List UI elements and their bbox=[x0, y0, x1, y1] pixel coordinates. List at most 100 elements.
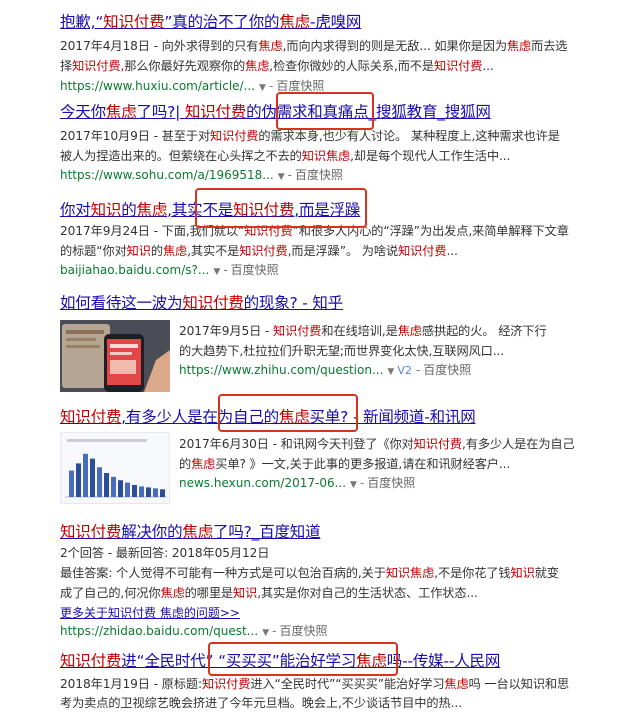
text-segment: ,却是每个现代人工作生活中... bbox=[350, 149, 511, 163]
highlighted-keyword: 知识付费 bbox=[210, 129, 259, 143]
text-segment: 今天你 bbox=[60, 103, 106, 121]
chevron-down-icon[interactable]: ▼ bbox=[387, 367, 394, 377]
highlight-box-annotation bbox=[208, 642, 398, 676]
result-snippet-line: 考为卖点的卫视综艺晚会挤进了今年元旦档。晚会上,不少谈话节目中的热... bbox=[60, 693, 462, 714]
result-snippet-line: 的大趋势下,杜拉拉们升职无望;而世界变化太快,互联网风口... bbox=[179, 341, 504, 362]
highlighted-keyword: 知识 bbox=[126, 244, 151, 258]
thumbnail-bar bbox=[153, 488, 158, 497]
search-result-2: 今天你焦虑了吗?| 知识付费的伪需求和真痛点_搜狐教育_搜狐网 2017年10月… bbox=[0, 0, 640, 182]
result-url-line: news.hexun.com/2017-06... ▼ - 百度快照 bbox=[179, 476, 416, 490]
text-segment: 你对 bbox=[60, 201, 91, 219]
chevron-down-icon[interactable]: ▼ bbox=[213, 267, 220, 277]
thumbnail-bar bbox=[146, 487, 151, 497]
text-segment: ,其实是你对自己的生活状态、工作状态... bbox=[257, 586, 478, 600]
chevron-down-icon[interactable]: ▼ bbox=[278, 172, 285, 182]
result-url[interactable]: https://www.sohu.com/a/1969518... bbox=[60, 168, 274, 182]
text-segment: 的 bbox=[121, 201, 137, 219]
highlighted-keyword: 知识焦虑 bbox=[385, 566, 435, 580]
thumbnail-bar bbox=[83, 453, 88, 497]
result-url-line: baijiahao.baidu.com/s?... ▼ - 百度快照 bbox=[60, 263, 279, 277]
text-segment: 2017年9月5日 - bbox=[179, 324, 274, 338]
thumbnail-bar bbox=[97, 467, 102, 497]
highlighted-keyword: 焦虑 bbox=[325, 149, 351, 163]
result-url-line: https://www.zhihu.com/question... ▼ V2- 百度快… bbox=[179, 363, 472, 377]
chevron-down-icon[interactable]: ▼ bbox=[262, 628, 269, 638]
text-segment: 考为卖点的卫视综艺晚会挤进了今年元旦档。晚会上,不少谈话节目中的热... bbox=[60, 696, 462, 710]
text-segment: 如何看待这一波为 bbox=[60, 294, 183, 312]
highlighted-keyword: 焦虑 bbox=[397, 324, 422, 338]
text-segment: ,而是浮躁”。 为啥说 bbox=[287, 244, 399, 258]
text-segment: 了吗?| bbox=[136, 103, 185, 121]
text-segment: ,不是你花了钱 bbox=[434, 566, 511, 580]
text-segment: 2个回答 - 最新回答: 2018年05月12日 bbox=[60, 546, 270, 560]
highlighted-keyword: 知识付费 bbox=[201, 677, 251, 691]
result-url[interactable]: news.hexun.com/2017-06... bbox=[179, 476, 346, 490]
phone-photo-image bbox=[60, 320, 170, 392]
thumbnail-bar bbox=[132, 485, 137, 497]
thumbnail-bar bbox=[139, 486, 144, 497]
thumbnail-bar bbox=[160, 489, 165, 497]
highlighted-keyword: 知识付费 bbox=[273, 324, 322, 338]
result-url[interactable]: https://www.zhihu.com/question... bbox=[179, 363, 383, 377]
thumbnail-bar bbox=[69, 470, 74, 497]
highlighted-keyword: 焦虑 bbox=[162, 244, 188, 258]
highlighted-keyword: 焦虑 bbox=[160, 586, 185, 600]
text-segment: 的哪里是 bbox=[184, 586, 234, 600]
text-segment: 解决你的 bbox=[121, 523, 183, 541]
highlighted-keyword: 知识付费 bbox=[182, 294, 244, 312]
result-snippet-line: 2018年1月19日 - 原标题:知识付费进入“全民时代”“买买买”能治好学习焦… bbox=[60, 674, 569, 695]
highlighted-keyword: 知识付费 bbox=[239, 244, 288, 258]
text-segment: 就变 bbox=[534, 566, 559, 580]
highlighted-keyword: 知识付费 bbox=[60, 523, 122, 541]
snapshot-link[interactable]: 百度快照 bbox=[367, 476, 415, 490]
text-segment: 吗 一台以知识和思 bbox=[468, 677, 570, 691]
highlighted-keyword: 焦虑 bbox=[182, 523, 214, 541]
text-segment: 买单? 》一文,关于此事的更多报道,请在和讯财经客户... bbox=[215, 457, 511, 471]
result-snippet-line: 最佳答案: 个人觉得不可能有一种方式是可以包治百病的,关于知识焦虑,不是你花了钱… bbox=[60, 563, 559, 584]
text-segment: 和在线培训,是 bbox=[321, 324, 398, 338]
result-url-line: https://www.sohu.com/a/1969518... ▼ - 百度快照 bbox=[60, 168, 344, 182]
highlighted-keyword: 焦虑 bbox=[105, 103, 137, 121]
result-url-line: https://zhidao.baidu.com/quest... ▼ - 百度快照 bbox=[60, 624, 328, 638]
result-url[interactable]: https://zhidao.baidu.com/quest... bbox=[60, 624, 258, 638]
text-segment: 的 bbox=[179, 457, 192, 471]
result-thumbnail-image[interactable] bbox=[60, 432, 170, 504]
snapshot-link[interactable]: 百度快照 bbox=[279, 624, 327, 638]
highlighted-keyword: 知识付费 bbox=[60, 652, 122, 670]
thumbnail-bar bbox=[104, 473, 109, 497]
highlighted-keyword: 焦虑 bbox=[191, 457, 216, 471]
text-segment: 最佳答案: 个人觉得不可能有一种方式是可以包治百病的,关于 bbox=[60, 566, 386, 580]
more-questions-link[interactable]: 更多关于知识付费 焦虑的问题>> bbox=[60, 604, 240, 621]
text-segment: 进入“全民时代”“买买买”能治好学习 bbox=[250, 677, 445, 691]
result-snippet-line: 成了自己的,何况你焦虑的哪里是知识,其实是你对自己的生活状态、工作状态... bbox=[60, 583, 478, 604]
text-segment: 成了自己的,何况你 bbox=[60, 586, 161, 600]
verified-badge: V2 bbox=[397, 364, 412, 377]
thumbnail-bar bbox=[118, 480, 123, 497]
highlight-box-annotation bbox=[276, 92, 374, 130]
snapshot-link[interactable]: 百度快照 bbox=[231, 263, 279, 277]
result-thumbnail-image[interactable] bbox=[60, 320, 170, 392]
snapshot-link[interactable]: 百度快照 bbox=[423, 363, 471, 377]
result-snippet-line: 的标题“你对知识的焦虑,其实不是知识付费,而是浮躁”。 为啥说知识付费... bbox=[60, 241, 458, 262]
text-segment: 的需求本身,也少有人讨论。 某种程度上,这种需求也许是 bbox=[258, 129, 560, 143]
bar-chart-thumbnail-image bbox=[65, 439, 167, 498]
text-segment: ,有多少人是在为自己 bbox=[462, 437, 575, 451]
text-segment: 2018年1月19日 - 原标题: bbox=[60, 677, 202, 691]
snapshot-link[interactable]: 百度快照 bbox=[295, 168, 343, 182]
text-segment: 被人为捏造出来的。但萦绕在心头挥之不去的 bbox=[60, 149, 302, 163]
highlighted-keyword: 知识付费 bbox=[60, 408, 122, 426]
highlighted-keyword: 知识 bbox=[90, 201, 122, 219]
chevron-down-icon[interactable]: ▼ bbox=[350, 480, 357, 490]
text-segment: 的标题“你对 bbox=[60, 244, 127, 258]
thumbnail-bar bbox=[90, 458, 95, 497]
result-title-link[interactable]: 知识付费解决你的焦虑了吗?_百度知道 bbox=[60, 522, 321, 542]
highlighted-keyword: 知识付费 bbox=[398, 244, 447, 258]
text-segment: 的 bbox=[150, 244, 163, 258]
result-url[interactable]: baijiahao.baidu.com/s?... bbox=[60, 263, 209, 277]
highlighted-keyword: 知识 bbox=[510, 566, 535, 580]
thumbnail-bar bbox=[76, 463, 81, 497]
thumbnail-bar bbox=[111, 476, 116, 497]
result-title-link[interactable]: 如何看待这一波为知识付费的现象? - 知乎 bbox=[60, 293, 343, 313]
text-segment: 2017年10月9日 - 甚至于对 bbox=[60, 129, 211, 143]
highlighted-keyword: 焦虑 bbox=[444, 677, 469, 691]
